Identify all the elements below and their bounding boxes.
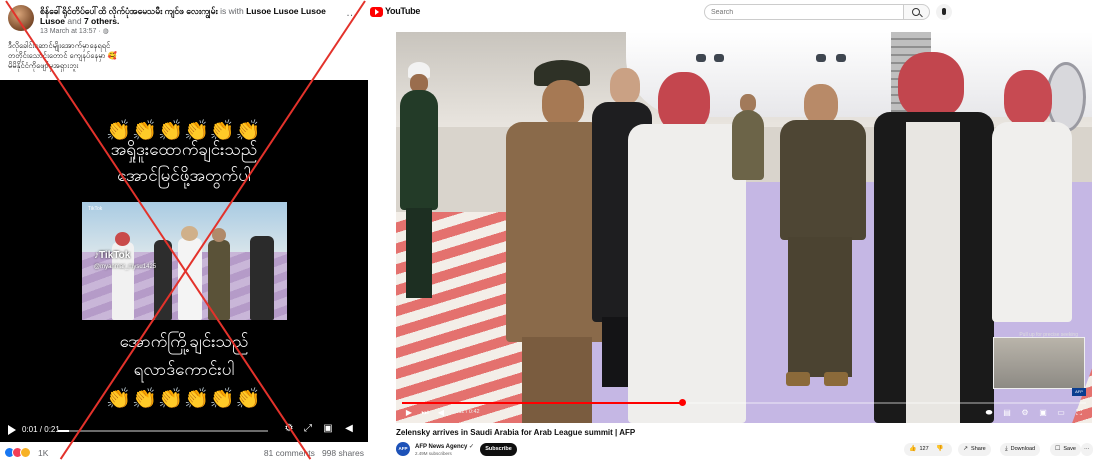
picture-in-picture-icon[interactable]: ▣	[322, 423, 334, 435]
reaction-icons[interactable]	[4, 447, 34, 458]
progress-played	[402, 402, 683, 404]
play-icon[interactable]: ▶	[404, 408, 414, 418]
video-player[interactable]: Pull up for precise seeking AFP	[396, 32, 1092, 423]
video-title: Zelensky arrives in Saudi Arabia for Ara…	[396, 428, 636, 437]
play-icon[interactable]	[8, 425, 16, 435]
save-label: Save	[1063, 446, 1076, 452]
search-icon[interactable]	[904, 4, 930, 20]
tiktok-label: TikTok	[99, 250, 131, 261]
post-timestamp[interactable]: 13 March at 13:57 · ◍	[40, 27, 109, 35]
afp-badge: AFP	[1072, 388, 1086, 396]
haha-reaction-icon	[20, 447, 31, 458]
video-time: 0:11 / 0:42	[454, 409, 480, 415]
others-link[interactable]: 7 others.	[84, 16, 119, 26]
seek-preview-thumbnail	[993, 337, 1085, 389]
channel-name-line[interactable]: AFP News Agency ✓	[415, 443, 474, 450]
share-icon: ↗	[963, 446, 969, 452]
wave-emoji-row-bottom: 👏👏👏👏👏👏	[106, 386, 262, 410]
shares-count[interactable]: 998 shares	[322, 448, 364, 458]
fullscreen-icon[interactable]: ⤢	[302, 423, 314, 435]
youtube-play-logo-icon	[370, 7, 383, 17]
figure-dark-robe	[250, 236, 274, 320]
settings-gear-icon[interactable]: ⚙	[1020, 408, 1030, 418]
thumbs-down-icon[interactable]: 👎	[936, 443, 943, 456]
caption-bottom-line-1: အောက်ကြို့ချင်းသည်	[119, 332, 249, 352]
youtube-topbar: YouTube	[370, 0, 1100, 24]
post-text-line: တတိုင်းသောင်းတောင် ကျေနပ်နေမှာ 🥰	[8, 51, 118, 60]
theater-mode-icon[interactable]: ▭	[1056, 408, 1066, 418]
with-text: is with	[220, 6, 244, 16]
timestamp-text: 13 March at 13:57 ·	[40, 28, 103, 35]
video-controls: 0:01 / 0:21 ⚙ ⤢ ▣ ◀	[0, 420, 368, 442]
youtube-page: YouTube Search Pull up for precise seeki…	[370, 0, 1100, 462]
youtube-wordmark: YouTube	[385, 6, 421, 16]
more-actions-button[interactable]: ···	[1081, 443, 1093, 456]
subscribe-button[interactable]: Subscribe	[480, 443, 517, 456]
miniplayer-icon[interactable]: ▣	[1038, 408, 1048, 418]
progress-scrubber[interactable]	[679, 399, 687, 406]
post-video[interactable]: 👏👏👏👏👏👏 အရှိုဒူးထောက်ချင်းသည် အောင်မြင်ဖိ…	[0, 80, 368, 442]
post-text-line: ဒီလိုခေါင်းဆောင်မျိုးအောက်မှာနေရရင်	[8, 41, 111, 50]
fullscreen-icon[interactable]: ⛶	[1074, 408, 1084, 418]
and-text: and	[67, 16, 82, 26]
thumbs-up-icon: 👍	[909, 446, 917, 452]
channel-name[interactable]: AFP News Agency	[415, 444, 467, 450]
save-button[interactable]: ☐ Save	[1050, 443, 1081, 456]
subscriber-count: 2.49M subscribers	[415, 451, 452, 456]
post-stats: 81 comments 998 shares	[264, 448, 364, 458]
video-time: 0:01 / 0:21	[22, 425, 60, 434]
like-count: 127	[919, 446, 929, 452]
video-progress-track[interactable]	[58, 430, 268, 432]
tiktok-clip-thumbnail: TikTok ♪TikTok @myanmar_mysu1425	[82, 202, 287, 320]
share-label: Share	[971, 446, 986, 452]
download-icon: ⤓	[1005, 446, 1008, 452]
subtitles-icon[interactable]: ▤	[1002, 408, 1012, 418]
next-icon[interactable]: ⏭	[420, 408, 430, 418]
caption-bottom-line-2: ရလာဒ်ကောင်းပါ	[133, 360, 235, 380]
post-header: စိန်ခေါ်ရိုင်တိပ်ပေါ်ထိ လိုက်ပုံအမေသမီး …	[6, 3, 362, 81]
search-input[interactable]	[711, 7, 891, 17]
search-box[interactable]	[704, 4, 904, 20]
mic-icon[interactable]	[936, 4, 952, 20]
post-footer: 1K 81 comments 998 shares	[0, 444, 368, 462]
download-label: Download	[1010, 446, 1036, 452]
channel-avatar[interactable]: AFP	[396, 442, 410, 456]
post-author-line: စိန်ခေါ်ရိုင်တိပ်ပေါ်ထိ လိုက်ပုံအမေသမီး …	[40, 6, 345, 26]
reaction-count[interactable]: 1K	[38, 448, 48, 458]
autoplay-toggle-icon[interactable]: ⬬	[984, 408, 994, 418]
wave-emoji-row-top: 👏👏👏👏👏👏	[106, 118, 262, 142]
volume-icon[interactable]: ◀	[343, 423, 355, 435]
tiktok-small-label: TikTok	[88, 206, 103, 212]
caption-top-line-1: အရှိုဒူးထောက်ချင်းသည်	[110, 140, 258, 160]
verified-icon: ✓	[469, 444, 475, 450]
player-controls: ▶ ⏭ ◀ 0:11 / 0:42 ⬬ ▤ ⚙ ▣ ▭ ⛶	[396, 399, 1092, 423]
caption-top-line-2: အောင်မြင်ဖို့အတွက်ပါ	[117, 166, 251, 186]
figure-dark-suit	[154, 240, 172, 320]
save-icon: ☐	[1055, 446, 1061, 452]
video-progress-fill	[58, 430, 69, 432]
volume-icon[interactable]: ◀	[436, 408, 446, 418]
post-text: ဒီလိုခေါင်းဆောင်မျိုးအောက်မှာနေရရင် တတို…	[8, 41, 308, 71]
facebook-post: စိန်ခေါ်ရိုင်တိပ်ပေါ်ထိ လိုက်ပုံအမေသမီး …	[0, 0, 368, 462]
share-button[interactable]: ↗ Share	[958, 443, 991, 456]
tiktok-handle: @myanmar_mysu1425	[94, 264, 157, 270]
youtube-logo[interactable]: YouTube	[370, 6, 420, 18]
globe-icon: ◍	[102, 28, 109, 35]
screenshot-composite: စိန်ခေါ်ရိုင်တိပ်ပေါ်ထိ လိုက်ပုံအမေသမီး …	[0, 0, 1100, 462]
like-dislike-button[interactable]: 👍 127 👎	[904, 443, 952, 456]
download-button[interactable]: ⤓ Download	[1000, 443, 1041, 456]
author-name[interactable]: စိန်ခေါ်ရိုင်တိပ်ပေါ်ထိ လိုက်ပုံအမေသမီး …	[40, 6, 218, 16]
tiktok-logo: ♪TikTok	[94, 250, 130, 261]
